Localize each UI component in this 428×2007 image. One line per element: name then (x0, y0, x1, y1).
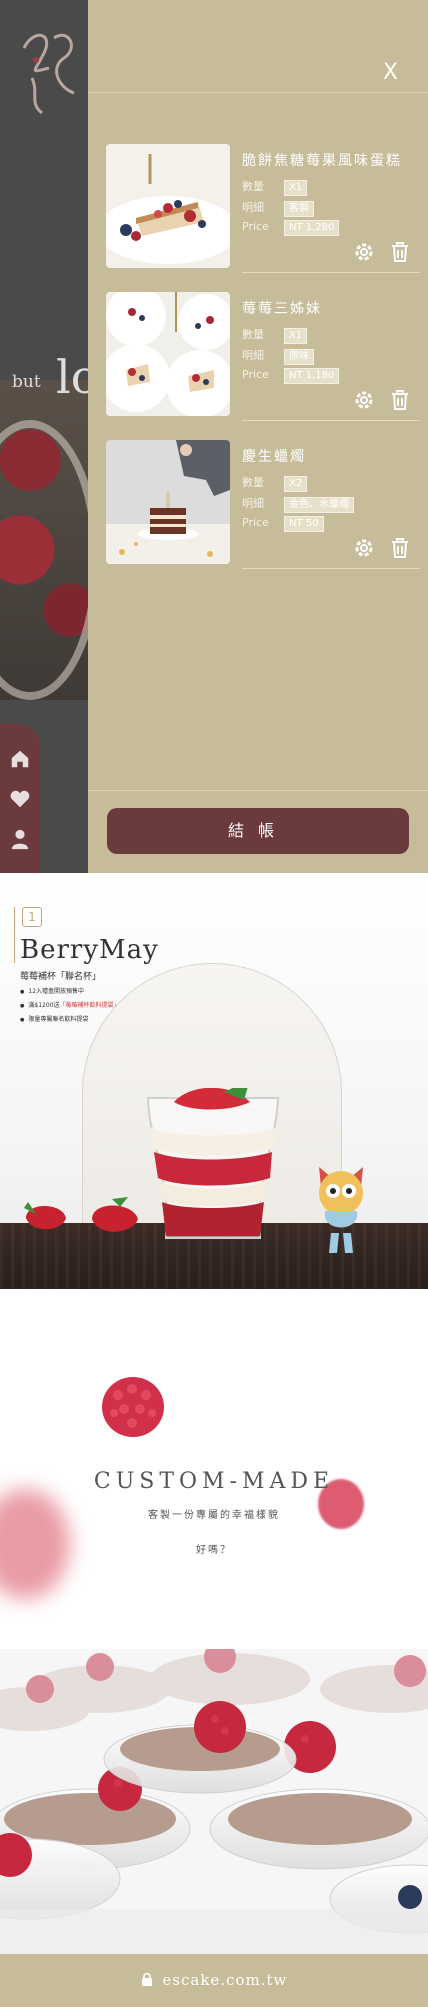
price-value: NT 50 (284, 516, 324, 532)
dessert-cup-image (146, 1088, 280, 1239)
strawberry-image (24, 1202, 66, 1230)
item-actions (352, 536, 414, 560)
detail-value: 原味 (284, 349, 314, 365)
settings-icon[interactable] (352, 388, 376, 412)
product-name: 莓莓三姊妹 (242, 301, 322, 317)
divider (88, 92, 428, 93)
site-url[interactable]: escake.com.tw (162, 1971, 287, 1989)
promo-item: 12入禮盒開放預售中 (20, 985, 132, 999)
background-text-but: but (12, 372, 41, 392)
checkout-button[interactable]: 結帳 (107, 808, 409, 854)
item-actions (352, 240, 414, 264)
close-button[interactable]: X (383, 60, 398, 85)
product-image (106, 292, 230, 416)
price-label: Price (242, 368, 269, 381)
trash-icon[interactable] (388, 240, 412, 264)
item-divider (242, 272, 420, 273)
quantity-value: X1 (284, 180, 308, 196)
quantity-row: 數量 X1 (242, 178, 308, 196)
home-icon[interactable] (9, 748, 31, 770)
product-image (106, 440, 230, 564)
cart-drawer: X 脆餅焦糖莓果風味蛋糕 數量 X1 明細 客製 Price NT 1,280 … (88, 0, 428, 873)
quantity-label: 數量 (242, 328, 264, 341)
raspberry-image (102, 1377, 164, 1437)
detail-label: 明細 (242, 201, 264, 214)
divider (88, 790, 428, 791)
heart-icon[interactable] (9, 788, 31, 810)
brand-logo[interactable] (14, 18, 84, 118)
cart-item: 莓莓三姊妹 數量 X1 明細 原味 Price NT 1,180 (106, 292, 420, 422)
slide-number: 1 (22, 907, 42, 927)
detail-label: 明細 (242, 349, 264, 362)
item-divider (242, 568, 420, 569)
settings-icon[interactable] (352, 240, 376, 264)
price-value: NT 1,180 (284, 368, 340, 384)
user-icon[interactable] (9, 828, 31, 850)
side-nav (0, 724, 40, 873)
strawberry-image (92, 1197, 138, 1232)
quantity-row: 數量 X1 (242, 326, 308, 344)
dessert-cups-image (0, 1649, 428, 1954)
price-row: Price NT 1,180 (242, 368, 340, 384)
quantity-value: X2 (284, 476, 308, 492)
trash-icon[interactable] (388, 536, 412, 560)
quantity-label: 數量 (242, 180, 264, 193)
detail-value: 客製 (284, 201, 314, 217)
section-question: 好嗎？ (196, 1545, 232, 1556)
detail-row: 明細 客製 (242, 199, 314, 217)
berrymay-banner[interactable]: 1 BerryMay 莓莓補杯「聯名杯」 12入禮盒開放預售中 滿$1200送「… (0, 873, 428, 1289)
item-divider (242, 420, 420, 421)
price-label: Price (242, 220, 269, 233)
cart-overlay-section: but lo X 脆餅焦糖莓果風味蛋糕 數量 X1 明細 客製 Price NT… (0, 0, 428, 873)
mascot-character (319, 1167, 363, 1253)
banner-title: BerryMay (20, 935, 159, 965)
section-subtitle: 客製一份專屬的幸福樣貌 (148, 1510, 280, 1521)
settings-icon[interactable] (352, 536, 376, 560)
quantity-row: 數量 X2 (242, 474, 308, 492)
price-value: NT 1,280 (284, 220, 340, 236)
price-row: Price NT 1,280 (242, 220, 340, 236)
product-image (106, 144, 230, 268)
product-name: 脆餅焦糖莓果風味蛋糕 (242, 153, 402, 169)
custom-made-section: CUSTOM-MADE 客製一份專屬的幸福樣貌 好嗎？ (0, 1289, 428, 1954)
detail-value: 金色、水蠟燭 (284, 497, 354, 513)
site-footer: escake.com.tw (0, 1954, 428, 2007)
detail-row: 明細 原味 (242, 347, 314, 365)
price-label: Price (242, 516, 269, 529)
item-actions (352, 388, 414, 412)
detail-row: 明細 金色、水蠟燭 (242, 495, 354, 513)
section-title: CUSTOM-MADE (93, 1469, 335, 1494)
cart-item: 慶生蠟燭 數量 X2 明細 金色、水蠟燭 Price NT 50 (106, 440, 420, 570)
banner-subtitle: 莓莓補杯「聯名杯」 (20, 972, 102, 982)
cart-item: 脆餅焦糖莓果風味蛋糕 數量 X1 明細 客製 Price NT 1,280 (106, 144, 420, 274)
product-name: 慶生蠟燭 (242, 449, 306, 465)
trash-icon[interactable] (388, 388, 412, 412)
detail-label: 明細 (242, 497, 264, 510)
lock-icon (141, 1972, 152, 1986)
quantity-label: 數量 (242, 476, 264, 489)
accent-line (14, 907, 15, 963)
quantity-value: X1 (284, 328, 308, 344)
price-row: Price NT 50 (242, 516, 324, 532)
